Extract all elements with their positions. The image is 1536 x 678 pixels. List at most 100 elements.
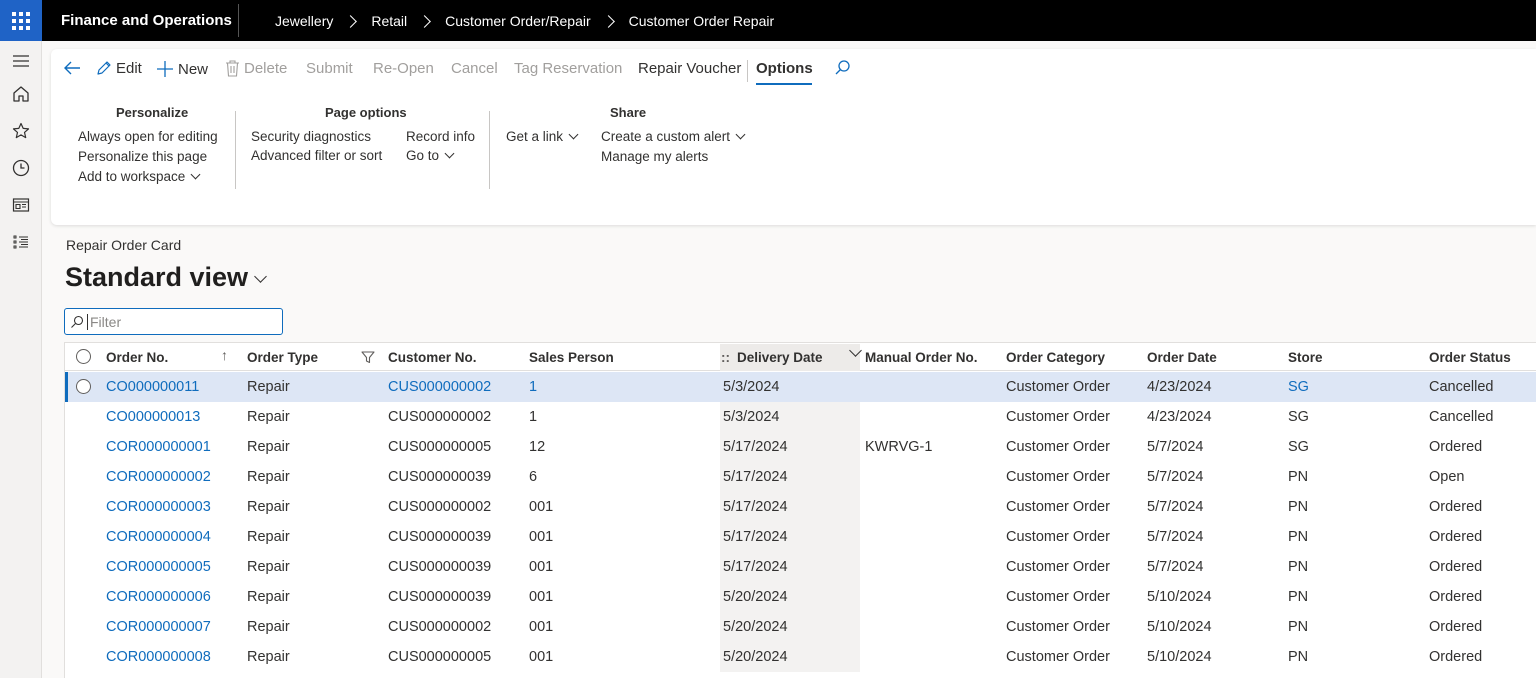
cell-sales-person: 001 bbox=[529, 649, 554, 665]
cell-order-date: 5/10/2024 bbox=[1147, 589, 1212, 605]
new-button[interactable]: New bbox=[156, 60, 208, 78]
cell-store: PN bbox=[1288, 619, 1309, 635]
search-button[interactable] bbox=[834, 59, 851, 76]
repair-voucher-button[interactable]: Repair Voucher bbox=[638, 60, 741, 77]
cell-order-date: 4/23/2024 bbox=[1147, 379, 1212, 395]
get-a-link[interactable]: Get a link bbox=[506, 129, 579, 144]
chevron-down-icon bbox=[735, 129, 746, 140]
toolbar-divider bbox=[747, 60, 748, 82]
breadcrumb-item[interactable]: Customer Order Repair bbox=[629, 13, 775, 29]
submit-button[interactable]: Submit bbox=[306, 60, 353, 77]
view-selector[interactable]: Standard view bbox=[65, 262, 267, 293]
repair-orders-grid: Order No. ↑ Order Type Customer No. Sale… bbox=[64, 342, 1536, 678]
cell-order-no[interactable]: COR000000007 bbox=[106, 619, 211, 635]
column-header-manual-order-no[interactable]: Manual Order No. bbox=[865, 350, 978, 365]
navigation-pane bbox=[0, 41, 42, 678]
cell-order-no[interactable]: COR000000006 bbox=[106, 589, 211, 605]
cell-store: SG bbox=[1288, 439, 1309, 455]
hamburger-menu-icon[interactable] bbox=[11, 51, 31, 71]
cell-delivery-date: 5/3/2024 bbox=[723, 409, 780, 425]
page-caption: Repair Order Card bbox=[66, 237, 182, 253]
table-row[interactable]: COR000000006 Repair CUS000000039 001 5/20/20… bbox=[65, 582, 1536, 612]
cancel-button[interactable]: Cancel bbox=[451, 60, 498, 77]
create-a-custom-alert[interactable]: Create a custom alert bbox=[601, 129, 746, 144]
cell-delivery-date: 5/20/2024 bbox=[723, 649, 788, 665]
table-row[interactable]: COR000000007 Repair CUS000000002 001 5/20/20… bbox=[65, 612, 1536, 642]
table-row[interactable]: COR000000004 Repair CUS000000039 001 5/17/20… bbox=[65, 522, 1536, 552]
cell-delivery-date: 5/20/2024 bbox=[723, 589, 788, 605]
app-title[interactable]: Finance and Operations bbox=[61, 12, 232, 29]
star-icon[interactable] bbox=[11, 121, 31, 141]
cell-customer-no: CUS000000039 bbox=[388, 589, 492, 605]
cell-store: PN bbox=[1288, 589, 1309, 605]
cell-customer-no: CUS000000002 bbox=[388, 379, 492, 395]
cell-order-no[interactable]: COR000000004 bbox=[106, 529, 211, 545]
column-header-order-category[interactable]: Order Category bbox=[1006, 350, 1105, 365]
edit-button[interactable]: Edit bbox=[95, 60, 142, 77]
filter-input[interactable] bbox=[87, 313, 267, 330]
table-row[interactable]: COR000000008 Repair CUS000000005 001 5/20/20… bbox=[65, 642, 1536, 672]
cell-order-no[interactable]: COR000000003 bbox=[106, 499, 211, 515]
home-icon[interactable] bbox=[11, 84, 31, 104]
column-drag-handle-icon[interactable]: :: bbox=[721, 350, 730, 365]
go-to[interactable]: Go to bbox=[406, 148, 455, 163]
app-launcher-button[interactable] bbox=[0, 0, 42, 41]
filter-box[interactable] bbox=[64, 308, 283, 335]
column-header-order-no[interactable]: Order No. bbox=[106, 350, 168, 365]
cell-order-no[interactable]: COR000000002 bbox=[106, 469, 211, 485]
reopen-button[interactable]: Re-Open bbox=[373, 60, 434, 77]
table-row[interactable]: COR000000002 Repair CUS000000039 6 5/17/2024… bbox=[65, 462, 1536, 492]
workspace-icon[interactable] bbox=[11, 195, 31, 215]
cell-order-status: Cancelled bbox=[1429, 409, 1494, 425]
cell-order-category: Customer Order bbox=[1006, 649, 1110, 665]
column-header-store[interactable]: Store bbox=[1288, 350, 1323, 365]
column-header-sales-person[interactable]: Sales Person bbox=[529, 350, 614, 365]
column-header-order-status[interactable]: Order Status bbox=[1429, 350, 1511, 365]
tag-reservation-button[interactable]: Tag Reservation bbox=[514, 60, 622, 77]
table-row[interactable]: CO000000011 Repair CUS000000002 1 5/3/2024 Cu… bbox=[65, 372, 1536, 402]
cell-order-no[interactable]: CO000000011 bbox=[106, 379, 199, 395]
select-all-checkbox[interactable] bbox=[76, 349, 91, 364]
table-row[interactable]: COR000000003 Repair CUS000000002 001 5/17/20… bbox=[65, 492, 1536, 522]
back-button[interactable] bbox=[62, 60, 82, 76]
cell-order-no[interactable]: COR000000005 bbox=[106, 559, 211, 575]
row-select-checkbox[interactable] bbox=[76, 379, 91, 394]
cell-sales-person: 1 bbox=[529, 409, 538, 425]
manage-my-alerts[interactable]: Manage my alerts bbox=[601, 149, 708, 164]
personalize-this-page[interactable]: Personalize this page bbox=[78, 149, 207, 164]
security-diagnostics[interactable]: Security diagnostics bbox=[251, 129, 371, 144]
cell-order-no[interactable]: CO000000013 bbox=[106, 409, 200, 425]
advanced-filter-or-sort[interactable]: Advanced filter or sort bbox=[251, 148, 382, 163]
table-row[interactable]: COR000000001 Repair CUS000000005 12 5/17/202… bbox=[65, 432, 1536, 462]
record-info[interactable]: Record info bbox=[406, 129, 475, 144]
top-bar: Finance and Operations Jewellery Retail … bbox=[0, 0, 1536, 41]
column-header-order-date[interactable]: Order Date bbox=[1147, 350, 1217, 365]
create-a-custom-alert-label: Create a custom alert bbox=[601, 129, 731, 144]
column-header-order-type[interactable]: Order Type bbox=[247, 350, 318, 365]
cell-order-date: 5/7/2024 bbox=[1147, 499, 1204, 515]
delete-button[interactable]: Delete bbox=[225, 60, 287, 77]
search-icon bbox=[71, 315, 84, 328]
breadcrumb-item[interactable]: Retail bbox=[371, 13, 407, 29]
table-row[interactable]: COR000000005 Repair CUS000000039 001 5/17/20… bbox=[65, 552, 1536, 582]
column-header-customer-no[interactable]: Customer No. bbox=[388, 350, 477, 365]
clock-icon[interactable] bbox=[11, 158, 31, 178]
cell-order-category: Customer Order bbox=[1006, 619, 1110, 635]
add-to-workspace[interactable]: Add to workspace bbox=[78, 169, 201, 184]
delete-label: Delete bbox=[244, 60, 288, 77]
cell-order-category: Customer Order bbox=[1006, 559, 1110, 575]
breadcrumb-item[interactable]: Jewellery bbox=[275, 13, 333, 29]
edit-label: Edit bbox=[116, 60, 142, 77]
column-header-delivery-date[interactable]: Delivery Date bbox=[737, 350, 823, 365]
grid-header: Order No. ↑ Order Type Customer No. Sale… bbox=[65, 342, 1536, 371]
breadcrumb-item[interactable]: Customer Order/Repair bbox=[445, 13, 591, 29]
always-open-for-editing[interactable]: Always open for editing bbox=[78, 129, 218, 144]
chevron-down-icon bbox=[444, 148, 455, 159]
table-row[interactable]: CO000000013 Repair CUS000000002 1 5/3/2024 Cu… bbox=[65, 402, 1536, 432]
cell-order-type: Repair bbox=[247, 649, 290, 665]
modules-list-icon[interactable] bbox=[11, 232, 31, 252]
cell-order-no[interactable]: COR000000008 bbox=[106, 649, 211, 665]
cell-sales-person: 001 bbox=[529, 619, 554, 635]
tab-options[interactable]: Options bbox=[756, 60, 813, 77]
cell-order-no[interactable]: COR000000001 bbox=[106, 439, 211, 455]
